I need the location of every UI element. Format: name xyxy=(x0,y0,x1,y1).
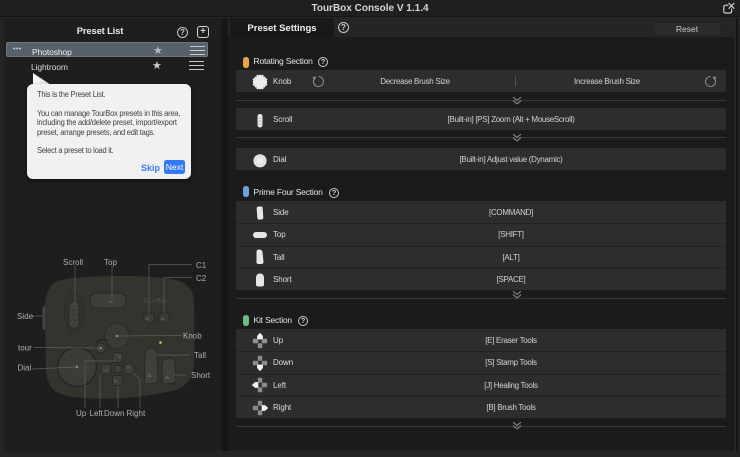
svg-text:Knob: Knob xyxy=(183,332,202,341)
svg-text:C2: C2 xyxy=(196,274,207,283)
svg-text:Right: Right xyxy=(127,409,146,418)
svg-text:Up: Up xyxy=(76,409,87,418)
svg-text:Tall: Tall xyxy=(194,351,206,360)
svg-text:Dial: Dial xyxy=(18,364,32,373)
svg-text:tour: tour xyxy=(18,344,32,353)
svg-text:Left: Left xyxy=(90,409,104,418)
svg-text:Scroll: Scroll xyxy=(63,258,83,267)
svg-text:Top: Top xyxy=(104,258,117,267)
svg-text:Short: Short xyxy=(191,371,211,380)
svg-text:C1: C1 xyxy=(196,261,207,270)
svg-text:Side: Side xyxy=(17,312,34,321)
svg-text:Down: Down xyxy=(104,409,124,418)
